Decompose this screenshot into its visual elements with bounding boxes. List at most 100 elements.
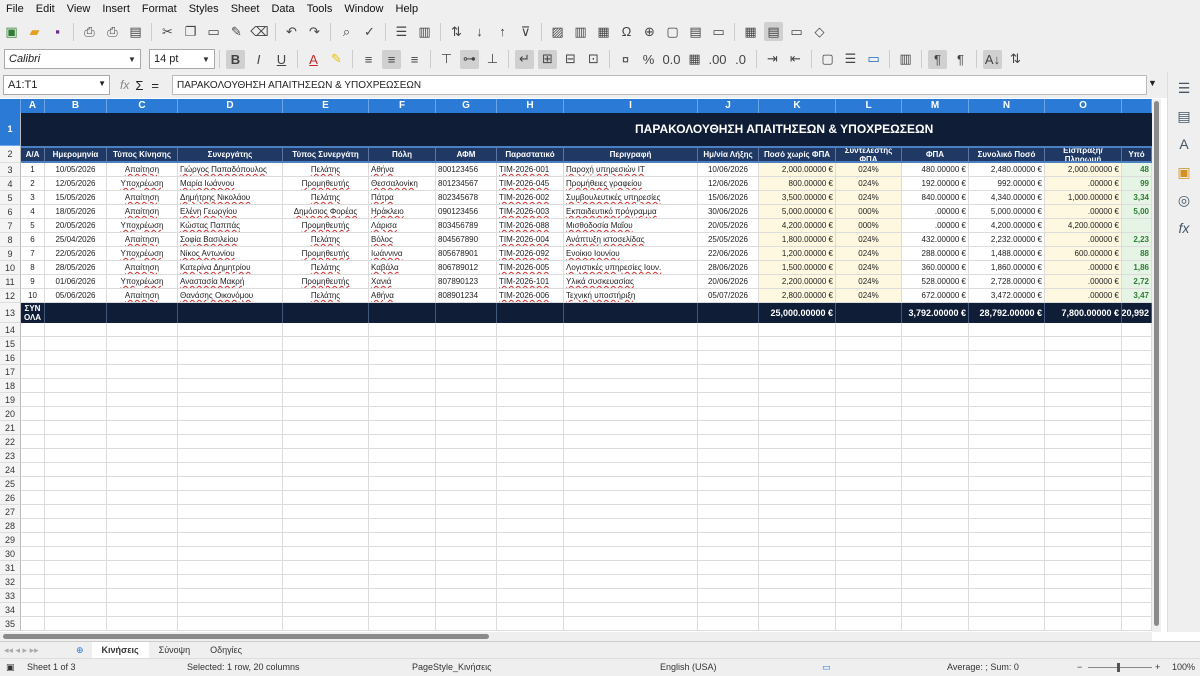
row-header[interactable]: 27: [0, 505, 21, 519]
column-title[interactable]: Α/Α: [21, 146, 45, 163]
row-header[interactable]: 32: [0, 575, 21, 589]
empty-cell[interactable]: [564, 617, 698, 631]
empty-cell[interactable]: [836, 561, 902, 575]
cut-icon[interactable]: ✂: [158, 22, 177, 41]
align-left-icon[interactable]: ≡: [359, 50, 378, 69]
empty-cell[interactable]: [902, 351, 969, 365]
table-cell[interactable]: 992.00000 €: [969, 177, 1045, 191]
empty-cell[interactable]: [45, 533, 107, 547]
empty-cell[interactable]: [564, 575, 698, 589]
empty-cell[interactable]: [178, 449, 283, 463]
empty-cell[interactable]: [1122, 505, 1152, 519]
empty-cell[interactable]: [497, 547, 564, 561]
empty-cell[interactable]: [369, 421, 436, 435]
align-center-icon[interactable]: ≡: [382, 49, 401, 69]
table-cell[interactable]: 8: [21, 261, 45, 275]
table-cell[interactable]: ΤΙΜ-2026-006: [497, 289, 564, 303]
empty-cell[interactable]: [21, 519, 45, 533]
empty-cell[interactable]: [178, 519, 283, 533]
table-cell[interactable]: Πάτρα: [369, 191, 436, 205]
table-cell[interactable]: 1,488.00000 €: [969, 247, 1045, 261]
open-icon[interactable]: ▰: [25, 22, 44, 41]
horizontal-scrollbar[interactable]: [0, 632, 1152, 641]
empty-cell[interactable]: [969, 435, 1045, 449]
table-cell[interactable]: Εκπαιδευτικό πρόγραμμα: [564, 205, 698, 219]
row-header[interactable]: 8: [0, 233, 21, 247]
empty-cell[interactable]: [45, 463, 107, 477]
empty-cell[interactable]: [497, 393, 564, 407]
empty-cell[interactable]: [1045, 519, 1122, 533]
empty-cell[interactable]: [283, 519, 369, 533]
empty-cell[interactable]: [436, 365, 497, 379]
empty-cell[interactable]: [836, 463, 902, 477]
empty-cell[interactable]: [178, 603, 283, 617]
table-cell[interactable]: 805678901: [436, 247, 497, 261]
row-icon[interactable]: ☰: [392, 22, 411, 41]
empty-cell[interactable]: [497, 519, 564, 533]
empty-cell[interactable]: [1045, 365, 1122, 379]
totals-cell[interactable]: [178, 303, 283, 323]
empty-cell[interactable]: [836, 435, 902, 449]
table-cell[interactable]: 99: [1122, 177, 1152, 191]
table-cell[interactable]: Χανιά: [369, 275, 436, 289]
empty-cell[interactable]: [436, 547, 497, 561]
empty-cell[interactable]: [178, 379, 283, 393]
column-header[interactable]: A: [21, 99, 45, 113]
menu-icon[interactable]: ☰: [1174, 80, 1194, 100]
export-pdf-icon[interactable]: ⎙: [80, 22, 99, 41]
table-cell[interactable]: Καβάλα: [369, 261, 436, 275]
empty-cell[interactable]: [902, 337, 969, 351]
menu-item[interactable]: Window: [338, 3, 389, 15]
empty-cell[interactable]: [497, 603, 564, 617]
empty-cell[interactable]: [1045, 407, 1122, 421]
table-cell[interactable]: 4,200.00000 €: [1045, 219, 1122, 233]
empty-cell[interactable]: [969, 533, 1045, 547]
table-cell[interactable]: Πελάτης: [283, 289, 369, 303]
empty-cell[interactable]: [45, 449, 107, 463]
row-header[interactable]: 29: [0, 533, 21, 547]
empty-cell[interactable]: [283, 575, 369, 589]
empty-cell[interactable]: [283, 421, 369, 435]
empty-cell[interactable]: [436, 533, 497, 547]
empty-cell[interactable]: [1122, 491, 1152, 505]
empty-cell[interactable]: [178, 491, 283, 505]
empty-cell[interactable]: [369, 379, 436, 393]
decrease-indent-icon[interactable]: ⇤: [786, 50, 805, 69]
table-cell[interactable]: 1,800.00000 €: [759, 233, 836, 247]
empty-cell[interactable]: [902, 421, 969, 435]
empty-cell[interactable]: [107, 351, 178, 365]
column-title[interactable]: Ποσό χωρίς ΦΠΑ: [759, 146, 836, 163]
empty-cell[interactable]: [698, 547, 759, 561]
empty-cell[interactable]: [497, 351, 564, 365]
empty-cell[interactable]: [283, 379, 369, 393]
empty-cell[interactable]: [45, 323, 107, 337]
empty-cell[interactable]: [497, 435, 564, 449]
empty-cell[interactable]: [902, 519, 969, 533]
define-print-area-icon[interactable]: ▭: [709, 22, 728, 41]
empty-cell[interactable]: [969, 463, 1045, 477]
empty-cell[interactable]: [759, 491, 836, 505]
empty-cell[interactable]: [497, 561, 564, 575]
empty-cell[interactable]: [45, 435, 107, 449]
table-cell[interactable]: 10/06/2026: [698, 163, 759, 177]
spelling-icon[interactable]: ✓: [360, 22, 379, 41]
table-cell[interactable]: 4: [21, 205, 45, 219]
table-cell[interactable]: 1,86: [1122, 261, 1152, 275]
empty-cell[interactable]: [759, 617, 836, 631]
empty-cell[interactable]: [1122, 589, 1152, 603]
table-cell[interactable]: Συμβουλευτικές υπηρεσίες: [564, 191, 698, 205]
menu-item[interactable]: Insert: [96, 3, 136, 15]
empty-cell[interactable]: [1045, 435, 1122, 449]
bold-button[interactable]: B: [226, 49, 245, 69]
table-cell[interactable]: ΤΙΜ-2026-001: [497, 163, 564, 177]
right-to-left-icon[interactable]: ¶: [951, 50, 970, 69]
row-header[interactable]: 24: [0, 463, 21, 477]
empty-cell[interactable]: [107, 561, 178, 575]
empty-cell[interactable]: [1045, 505, 1122, 519]
empty-cell[interactable]: [1045, 421, 1122, 435]
save-icon[interactable]: ▪: [48, 22, 67, 41]
column-title[interactable]: Τύπος Συνεργάτη: [283, 146, 369, 163]
empty-cell[interactable]: [21, 477, 45, 491]
table-cell[interactable]: 090123456: [436, 205, 497, 219]
table-cell[interactable]: 3,500.00000 €: [759, 191, 836, 205]
